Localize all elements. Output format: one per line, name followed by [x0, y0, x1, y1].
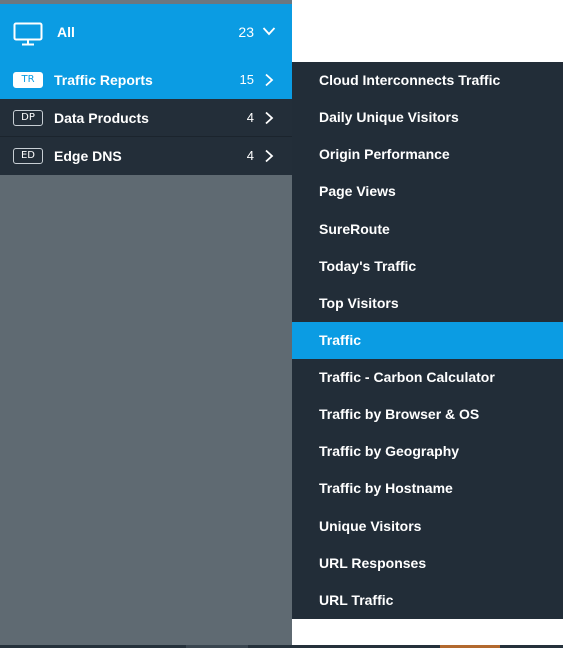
submenu-item-label: Unique Visitors: [319, 517, 422, 534]
content-area-top: [292, 0, 563, 62]
submenu-item-traffic-by-browser-os[interactable]: Traffic by Browser & OS: [292, 396, 563, 433]
submenu-item-label: Top Visitors: [319, 294, 399, 311]
category-all-header[interactable]: All 23: [0, 4, 292, 61]
content-area-bottom: [292, 619, 563, 645]
submenu-item-label: Traffic by Browser & OS: [319, 406, 480, 423]
category-all-label: All: [57, 24, 75, 40]
category-item-count: 15: [239, 72, 254, 87]
category-badge: ED: [13, 148, 43, 164]
chevron-right-icon: [265, 149, 274, 163]
submenu-item-cloud-interconnects-traffic[interactable]: Cloud Interconnects Traffic: [292, 62, 563, 99]
chevron-right-icon: [265, 73, 274, 87]
submenu-item-origin-performance[interactable]: Origin Performance: [292, 136, 563, 173]
submenu-item-top-visitors[interactable]: Top Visitors: [292, 285, 563, 322]
chevron-down-icon: [262, 27, 276, 36]
submenu-item-unique-visitors[interactable]: Unique Visitors: [292, 508, 563, 545]
submenu-item-traffic-carbon-calculator[interactable]: Traffic - Carbon Calculator: [292, 359, 563, 396]
submenu-item-label: Today's Traffic: [319, 257, 417, 274]
category-all-count: 23: [238, 24, 254, 40]
submenu-item-daily-unique-visitors[interactable]: Daily Unique Visitors: [292, 99, 563, 136]
submenu-item-label: Traffic by Geography: [319, 443, 460, 460]
submenu-item-label: Traffic - Carbon Calculator: [319, 369, 495, 385]
category-item-label: Edge DNS: [54, 148, 122, 164]
category-badge: TR: [13, 72, 43, 88]
submenu-item-traffic[interactable]: Traffic: [292, 321, 563, 359]
report-submenu: Cloud Interconnects Traffic Daily Unique…: [292, 62, 563, 619]
category-item-edge-dns[interactable]: ED Edge DNS 4: [0, 137, 292, 175]
submenu-item-todays-traffic[interactable]: Today's Traffic: [292, 248, 563, 285]
category-item-data-products[interactable]: DP Data Products 4: [0, 99, 292, 137]
submenu-item-label: Cloud Interconnects Traffic: [319, 72, 501, 88]
submenu-item-label: Daily Unique Visitors: [319, 109, 459, 126]
submenu-item-label: URL Traffic: [319, 591, 394, 608]
submenu-item-label: Page Views: [319, 183, 396, 200]
chevron-right-icon: [265, 111, 274, 125]
submenu-item-label: Origin Performance: [319, 146, 450, 163]
category-badge: DP: [13, 110, 43, 126]
submenu-item-label: SureRoute: [319, 220, 390, 237]
submenu-item-url-responses[interactable]: URL Responses: [292, 545, 563, 582]
category-item-traffic-reports[interactable]: TR Traffic Reports 15: [0, 61, 292, 99]
category-item-count: 4: [246, 110, 254, 125]
submenu-item-label: Traffic by Hostname: [319, 480, 453, 497]
submenu-item-page-views[interactable]: Page Views: [292, 173, 563, 210]
category-item-label: Traffic Reports: [54, 72, 153, 88]
submenu-item-traffic-by-hostname[interactable]: Traffic by Hostname: [292, 470, 563, 507]
monitor-icon: [13, 22, 43, 46]
submenu-item-label: URL Responses: [319, 554, 427, 571]
submenu-item-url-traffic[interactable]: URL Traffic: [292, 582, 563, 619]
submenu-item-sureroute[interactable]: SureRoute: [292, 211, 563, 248]
submenu-item-traffic-by-geography[interactable]: Traffic by Geography: [292, 433, 563, 470]
category-item-count: 4: [246, 148, 254, 163]
category-menu: All 23 TR Traffic Reports 15 DP Data Pro…: [0, 4, 292, 175]
submenu-item-label: Traffic: [319, 331, 362, 348]
category-item-label: Data Products: [54, 110, 149, 126]
